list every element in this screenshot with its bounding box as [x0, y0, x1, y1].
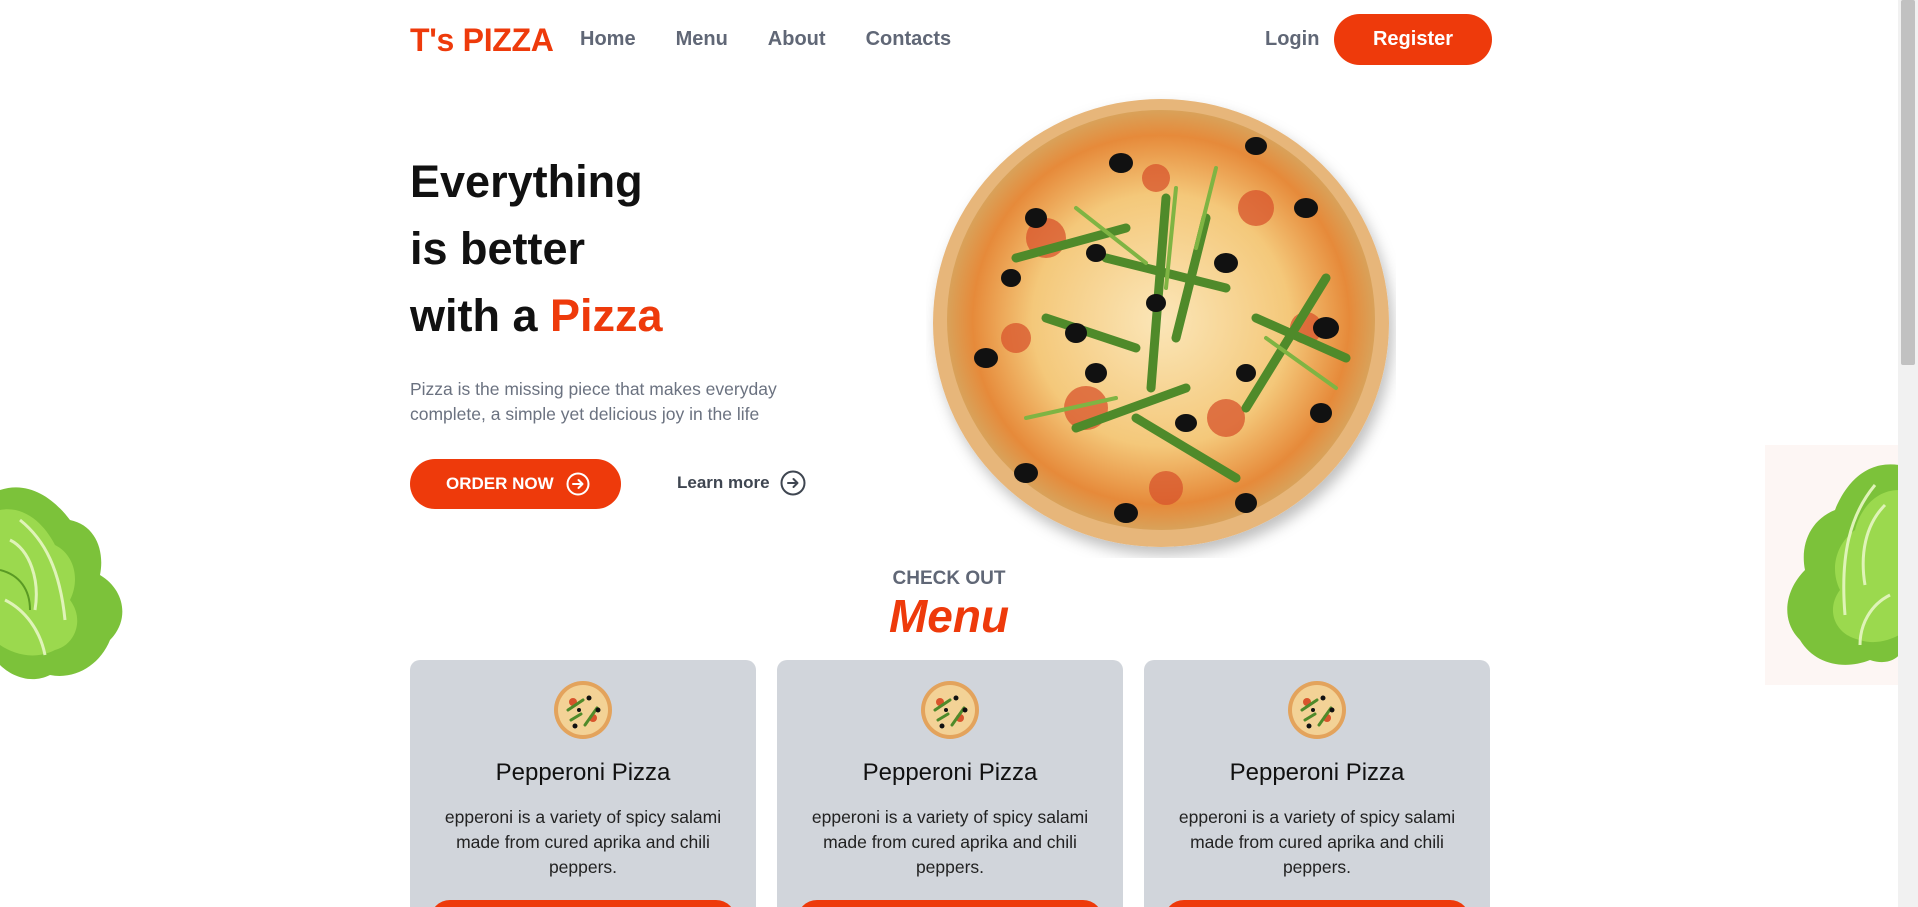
order-now-button[interactable]: ORDER NOW [410, 459, 621, 509]
pizza-thumbnail-image [921, 681, 979, 739]
page-scrollbar[interactable] [1898, 0, 1918, 907]
hero-headline-line2: is better [410, 223, 586, 274]
menu-card-description: epperoni is a variety of spicy salami ma… [1178, 807, 1456, 877]
login-link[interactable]: Login [1265, 28, 1319, 51]
menu-card-order-button[interactable] [430, 900, 736, 907]
order-now-label: ORDER NOW [446, 474, 554, 493]
learn-more-link[interactable]: Learn more [677, 470, 806, 496]
nav-link-contacts[interactable]: Contacts [866, 28, 952, 51]
hero-description: Pizza is the missing piece that makes ev… [410, 379, 777, 424]
nav-link-menu[interactable]: Menu [676, 28, 728, 51]
menu-card-description: epperoni is a variety of spicy salami ma… [444, 807, 722, 877]
menu-card-order-button[interactable] [797, 900, 1103, 907]
top-navigation: T's PIZZA Home Menu About Contacts Login… [410, 14, 1492, 66]
hero-headline-line3-prefix: with a [410, 290, 551, 341]
menu-card-order-button[interactable] [1164, 900, 1470, 907]
arrow-right-circle-icon [566, 472, 590, 496]
arrow-right-circle-icon [780, 470, 806, 496]
menu-card: Pepperoni Pizza epperoni is a variety of… [777, 660, 1123, 907]
learn-more-label: Learn more [677, 473, 770, 492]
menu-section-title: Menu [888, 590, 1010, 642]
menu-card: Pepperoni Pizza epperoni is a variety of… [410, 660, 756, 907]
pizza-thumbnail-image [1288, 681, 1346, 739]
hero-headline-line1: Everything [410, 156, 643, 207]
lettuce-right-image [1765, 445, 1899, 685]
hero-pizza-image [933, 99, 1389, 547]
menu-cards: Pepperoni Pizza epperoni is a variety of… [410, 660, 1490, 907]
register-button[interactable]: Register [1334, 14, 1492, 65]
pizza-thumbnail-image [554, 681, 612, 739]
nav-link-about[interactable]: About [768, 28, 826, 51]
nav-links: Home Menu About Contacts [580, 28, 951, 51]
menu-card-name: Pepperoni Pizza [495, 759, 671, 786]
menu-eyebrow: CHECK OUT [892, 568, 1006, 589]
menu-card-description: epperoni is a variety of spicy salami ma… [811, 807, 1089, 877]
menu-card-name: Pepperoni Pizza [1229, 759, 1405, 786]
menu-card: Pepperoni Pizza epperoni is a variety of… [1144, 660, 1490, 907]
nav-link-home[interactable]: Home [580, 28, 636, 51]
menu-card-name: Pepperoni Pizza [862, 759, 1038, 786]
scrollbar-thumb[interactable] [1901, 0, 1915, 365]
hero-headline-line3: with a Pizza [410, 282, 663, 349]
hero-headline-accent: Pizza [550, 290, 663, 341]
site-logo[interactable]: T's PIZZA [410, 22, 554, 59]
hero-headline: Everything is better with a Pizza [410, 148, 663, 349]
